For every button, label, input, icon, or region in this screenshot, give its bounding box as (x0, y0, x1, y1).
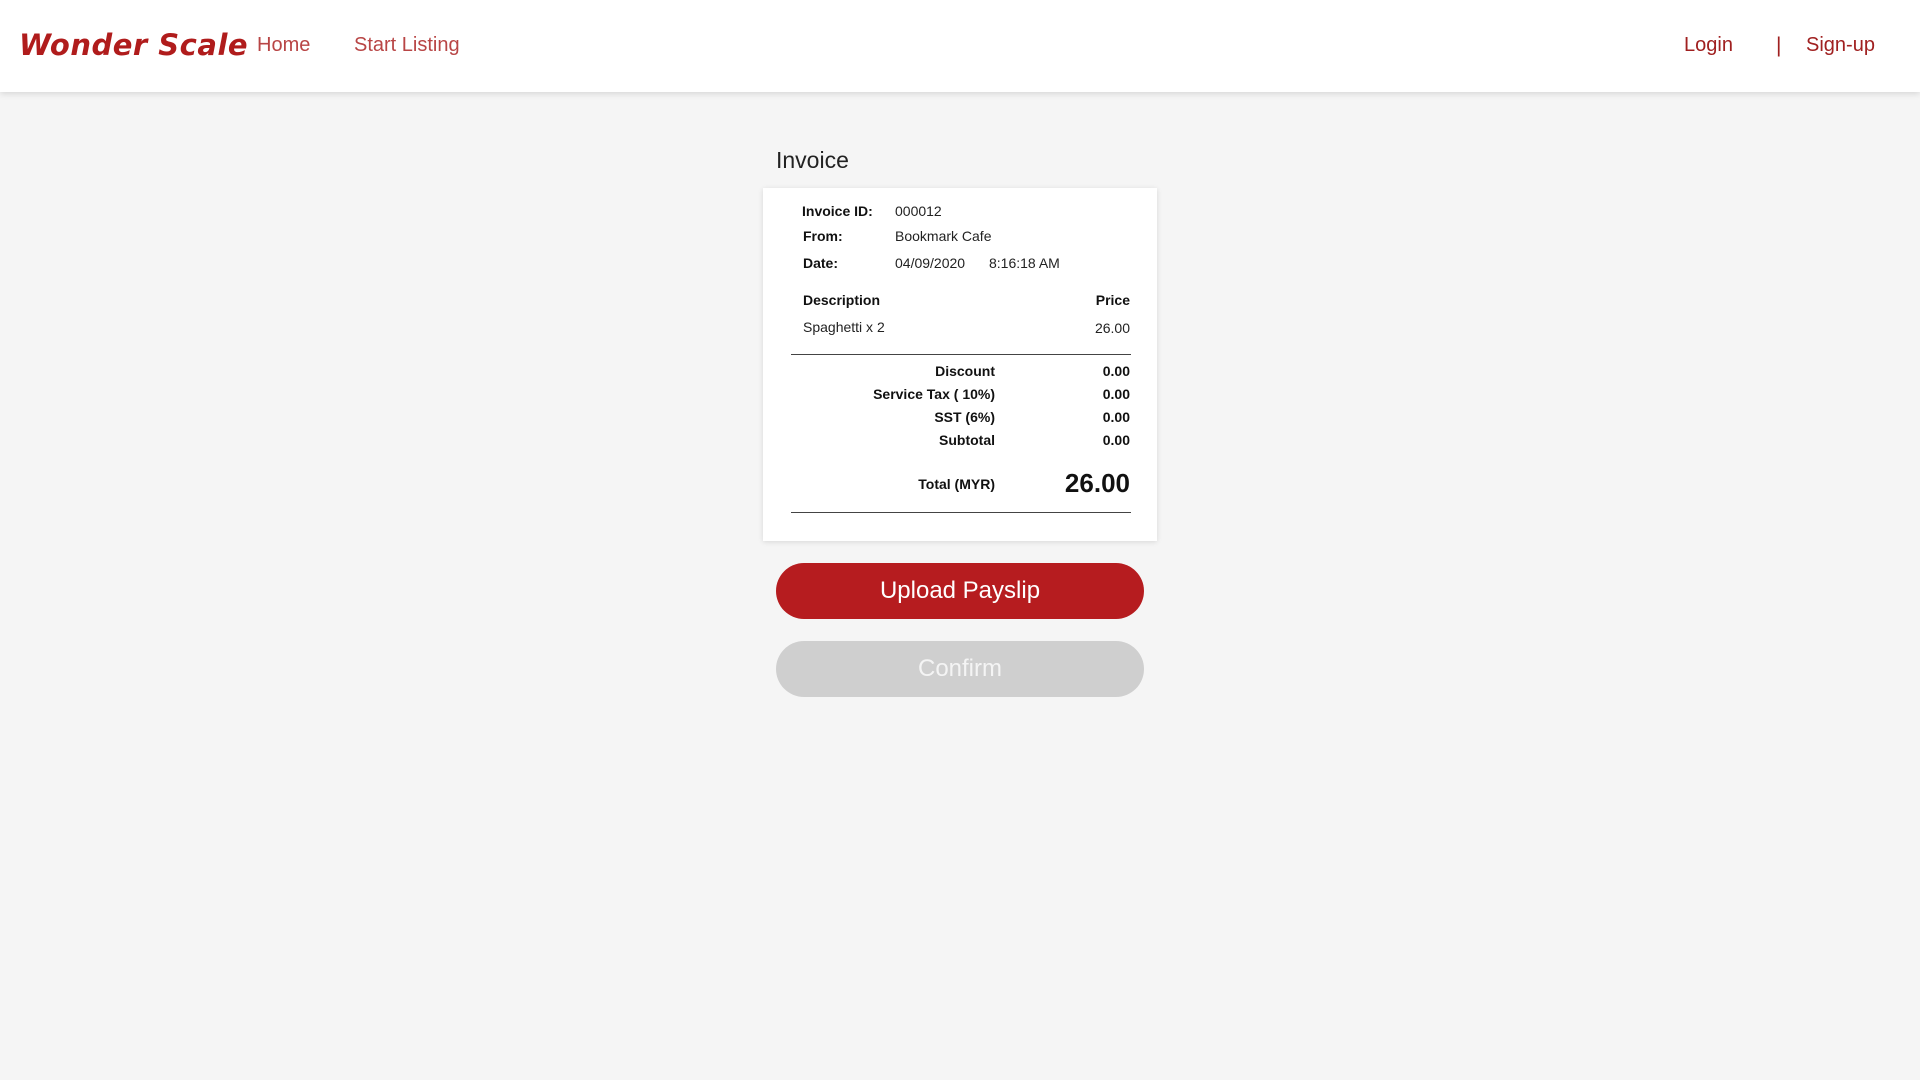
invoice-date-value: 04/09/2020 (895, 255, 966, 271)
divider-top (791, 354, 1131, 355)
nav-separator: | (1776, 34, 1782, 57)
page-title: Invoice (776, 147, 849, 173)
nav-login-link[interactable]: Login (1684, 34, 1733, 57)
top-navbar: Wonder Scale Home Start Listing Login | … (0, 0, 1920, 92)
total-label: Total (MYR) (918, 476, 995, 492)
service-tax-label: Service Tax ( 10%) (873, 386, 995, 402)
line-item-description: Spaghetti x 2 (803, 319, 885, 335)
invoice-id-value: 000012 (895, 203, 942, 219)
subtotal-label: Subtotal (939, 432, 995, 448)
service-tax-value: 0.00 (1102, 386, 1130, 402)
invoice-from-value: Bookmark Cafe (895, 228, 992, 244)
invoice-card: Invoice ID: 000012 From: Bookmark Cafe D… (763, 188, 1157, 541)
invoice-id-label: Invoice ID: (802, 203, 873, 219)
line-item-price: 26.00 (1094, 320, 1130, 336)
sst-value: 0.00 (1102, 409, 1130, 425)
column-header-price: Price (1095, 292, 1130, 308)
column-header-description: Description (803, 292, 881, 308)
invoice-from-label: From: (803, 228, 843, 244)
total-value: 26.00 (1064, 468, 1130, 498)
upload-payslip-button[interactable]: Upload Payslip (776, 563, 1144, 619)
nav-home-link[interactable]: Home (257, 34, 310, 57)
nav-start-listing-link[interactable]: Start Listing (354, 34, 460, 57)
invoice-time-value: 8:16:18 AM (989, 255, 1060, 271)
sst-label: SST (6%) (934, 409, 995, 425)
discount-value: 0.00 (1102, 363, 1130, 379)
nav-signup-link[interactable]: Sign-up (1806, 34, 1875, 57)
brand-logo[interactable]: Wonder Scale (19, 28, 248, 62)
divider-bottom (791, 512, 1131, 513)
subtotal-value: 0.00 (1102, 432, 1130, 448)
invoice-date-label: Date: (803, 255, 839, 271)
confirm-button[interactable]: Confirm (776, 641, 1144, 697)
discount-label: Discount (935, 363, 995, 379)
